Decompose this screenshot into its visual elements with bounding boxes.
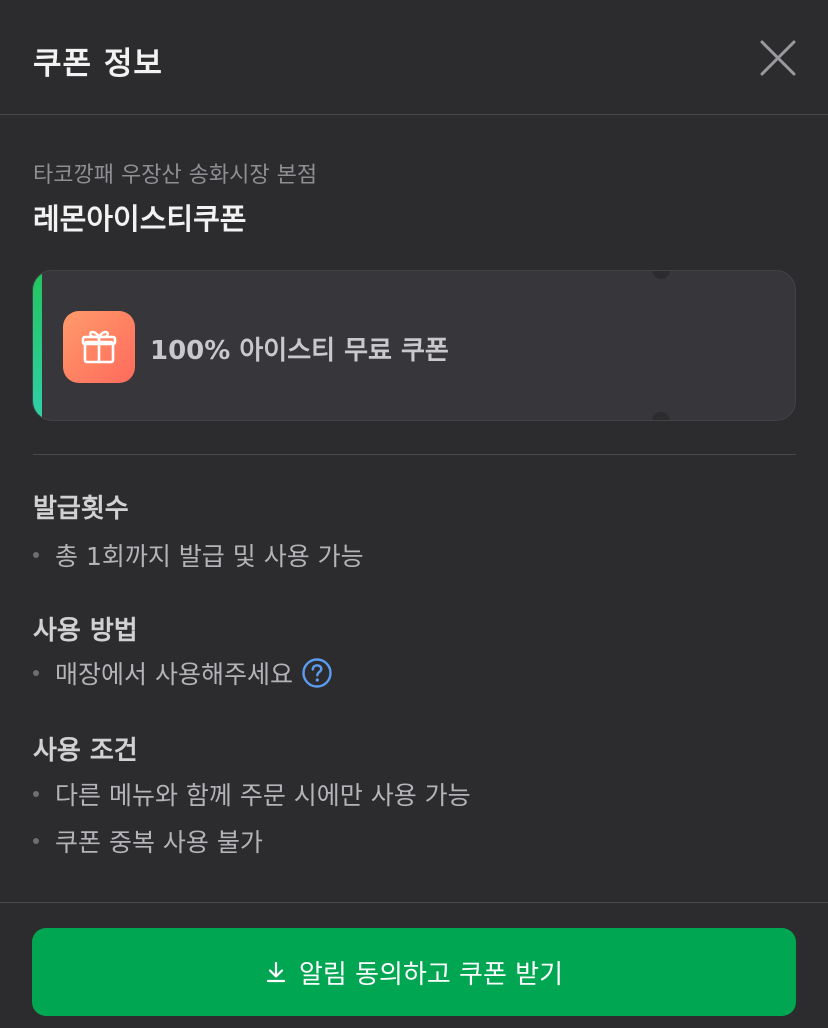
usage-method-title: 사용 방법: [33, 616, 138, 646]
gift-icon: [81, 330, 117, 364]
usage-method-text: 매장에서 사용해주세요: [55, 660, 293, 689]
issue-count-title: 발급횟수: [33, 494, 129, 524]
download-icon: [266, 961, 286, 983]
page-title: 쿠폰 정보: [33, 46, 163, 82]
close-icon: [760, 40, 796, 76]
bottom-divider: [0, 902, 828, 903]
issue-count-text: 총 1회까지 발급 및 사용 가능: [55, 542, 364, 571]
question-circle-icon: [302, 658, 332, 688]
list-item: 매장에서 사용해주세요: [33, 656, 333, 690]
coupon-info-sheet: 쿠폰 정보 타코깡패 우장산 송화시장 본점 레몬아이스티쿠폰 100% 아이스…: [0, 0, 828, 1028]
coupon-ticket: 100% 아이스티 무료 쿠폰: [32, 270, 796, 421]
list-item: 다른 메뉴와 함께 주문 시에만 사용 가능: [33, 777, 471, 811]
store-name: 타코깡패 우장산 송화시장 본점: [33, 163, 318, 188]
ticket-notch-top: [652, 271, 670, 279]
close-button[interactable]: [752, 32, 804, 84]
get-coupon-button[interactable]: 알림 동의하고 쿠폰 받기: [32, 928, 796, 1016]
coupon-benefit: 100% 아이스티 무료 쿠폰: [150, 336, 449, 366]
section-divider: [33, 454, 796, 455]
list-item: 총 1회까지 발급 및 사용 가능: [33, 538, 364, 572]
ticket-accent-stripe: [33, 271, 42, 420]
bullet-dot: [33, 670, 39, 676]
usage-condition-text: 쿠폰 중복 사용 불가: [55, 828, 263, 857]
bullet-dot: [33, 791, 39, 797]
header: 쿠폰 정보: [0, 0, 828, 115]
help-button[interactable]: [301, 657, 333, 689]
get-coupon-label: 알림 동의하고 쿠폰 받기: [299, 959, 563, 990]
usage-condition-text: 다른 메뉴와 함께 주문 시에만 사용 가능: [55, 781, 471, 810]
ticket-notch-bottom: [652, 412, 670, 420]
gift-badge: [63, 311, 135, 383]
bullet-dot: [33, 838, 39, 844]
coupon-name: 레몬아이스티쿠폰: [33, 202, 247, 236]
usage-condition-title: 사용 조건: [33, 736, 138, 766]
list-item: 쿠폰 중복 사용 불가: [33, 824, 263, 858]
bullet-dot: [33, 552, 39, 558]
